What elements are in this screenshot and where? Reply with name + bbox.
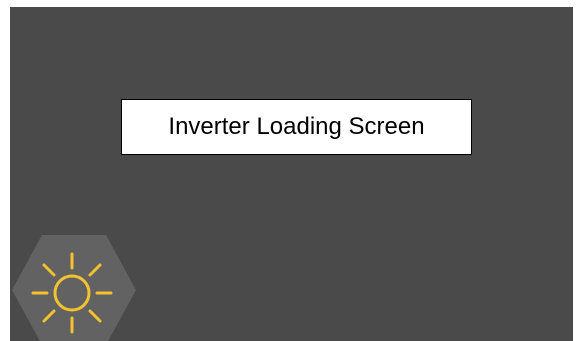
sun-icon [12,235,136,341]
screen-title: Inverter Loading Screen [121,99,472,155]
loading-screen: Inverter Loading Screen [10,7,573,341]
hexagon-badge [10,235,138,341]
